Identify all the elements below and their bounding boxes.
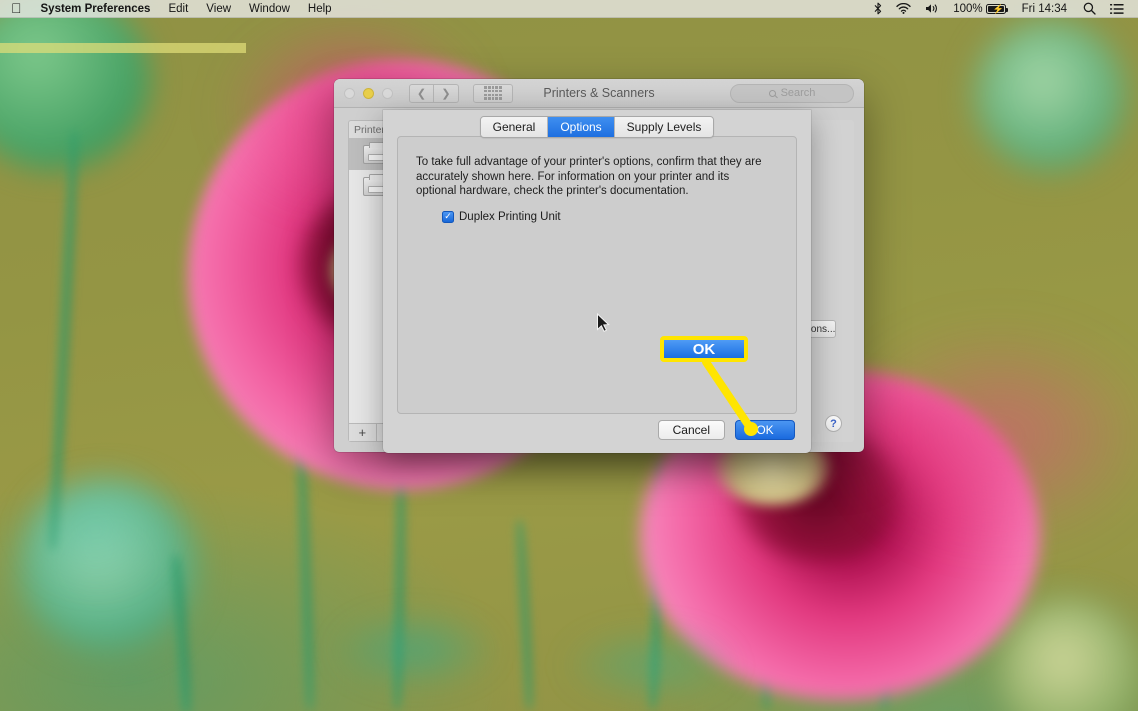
duplex-printing-unit-label: Duplex Printing Unit xyxy=(459,210,561,223)
menu-item-window[interactable]: Window xyxy=(240,0,299,18)
window-titlebar: ❮ ❯ Printers & Scanners Search xyxy=(334,79,864,108)
menu-bar-clock[interactable]: Fri 14:34 xyxy=(1013,3,1076,15)
back-chevron-left-icon[interactable]: ❮ xyxy=(409,83,434,103)
battery-percent-label: 100% xyxy=(953,2,983,15)
grid-dots xyxy=(484,86,502,100)
battery-status[interactable]: 100% ⚡ xyxy=(946,0,1012,18)
add-printer-button[interactable]: + xyxy=(349,424,376,441)
tab-options[interactable]: Options xyxy=(548,117,615,137)
battery-charging-bolt-icon: ⚡ xyxy=(992,3,1004,14)
wallpaper-flower-blur xyxy=(850,330,1138,540)
menu-bar-status-area: 100% ⚡ Fri 14:34 xyxy=(867,0,1131,18)
close-button[interactable] xyxy=(344,87,355,99)
search-icon xyxy=(768,89,776,97)
printer-options-sheet: General Options Supply Levels To take fu… xyxy=(383,110,811,453)
menu-item-edit[interactable]: Edit xyxy=(159,0,197,18)
menu-item-help[interactable]: Help xyxy=(299,0,341,18)
wifi-icon[interactable] xyxy=(889,0,918,18)
toolbar-search-input[interactable]: Search xyxy=(730,83,854,103)
forward-chevron-right-icon[interactable]: ❯ xyxy=(434,83,459,103)
sheet-footer: Cancel OK xyxy=(657,420,795,440)
screen-artifact-bar xyxy=(0,43,246,53)
sheet-tabbar: General Options Supply Levels xyxy=(383,116,811,138)
spotlight-search-icon[interactable] xyxy=(1076,0,1103,18)
options-description-text: To take full advantage of your printer's… xyxy=(416,156,762,197)
duplex-printing-unit-checkbox[interactable]: ✓ xyxy=(442,210,454,223)
wallpaper-accent xyxy=(20,470,170,590)
zoom-button[interactable] xyxy=(382,87,393,99)
wallpaper-accent xyxy=(560,625,740,705)
battery-icon: ⚡ xyxy=(985,3,1008,14)
notification-center-icon[interactable] xyxy=(1103,0,1131,18)
volume-icon[interactable] xyxy=(918,0,946,18)
window-traffic-lights xyxy=(344,87,393,99)
apple-logo-icon[interactable]:  xyxy=(0,0,32,18)
wallpaper-accent xyxy=(330,610,500,690)
sheet-tabs: General Options Supply Levels xyxy=(479,116,715,138)
duplex-printing-unit-row[interactable]: ✓ Duplex Printing Unit xyxy=(442,210,778,223)
wallpaper-bud xyxy=(975,20,1125,170)
arrow-cursor xyxy=(597,313,610,332)
show-all-grid-icon[interactable] xyxy=(473,83,513,103)
search-placeholder: Search xyxy=(780,87,816,99)
checkmark-icon: ✓ xyxy=(444,211,452,221)
menu-item-view[interactable]: View xyxy=(197,0,240,18)
help-button[interactable]: ? xyxy=(825,415,842,432)
tab-supply-levels[interactable]: Supply Levels xyxy=(614,117,714,137)
bluetooth-icon[interactable] xyxy=(867,0,889,18)
menu-bar-left:  System Preferences Edit View Window He… xyxy=(0,0,341,18)
menu-bar:  System Preferences Edit View Window He… xyxy=(0,0,1138,18)
navigation-buttons: ❮ ❯ xyxy=(409,83,459,103)
cancel-button[interactable]: Cancel xyxy=(657,420,725,440)
tab-general[interactable]: General xyxy=(480,117,549,137)
sheet-content-panel: To take full advantage of your printer's… xyxy=(397,136,797,414)
menu-item-system-preferences[interactable]: System Preferences xyxy=(32,0,160,18)
ok-button[interactable]: OK xyxy=(735,420,795,440)
minimize-button[interactable] xyxy=(363,87,374,99)
